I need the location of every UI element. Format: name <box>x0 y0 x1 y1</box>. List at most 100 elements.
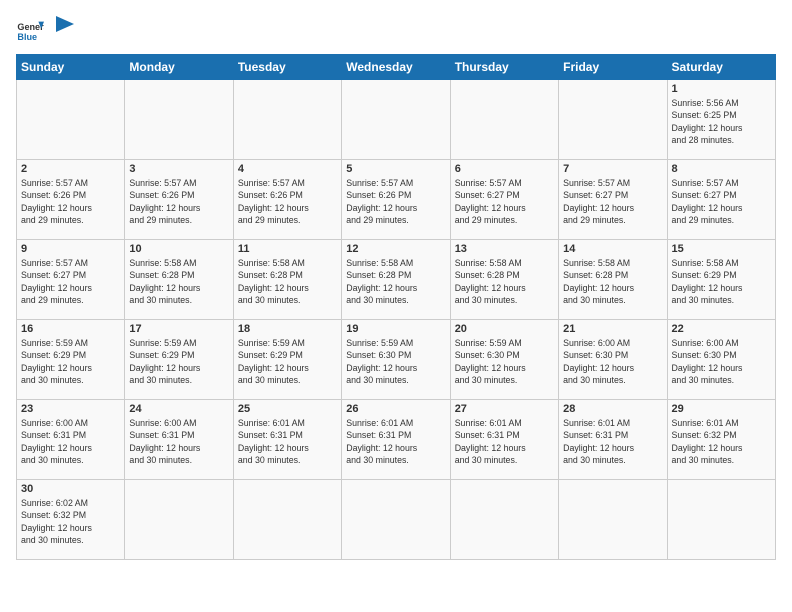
calendar-week-row: 16 Sunrise: 5:59 AM Sunset: 6:29 PM Dayli… <box>17 320 776 400</box>
calendar-day-cell: 18Sunrise: 5:59 AM Sunset: 6:29 PM Dayli… <box>233 320 341 400</box>
day-number: 29 <box>672 403 771 415</box>
day-info: Sunrise: 5:58 AM Sunset: 6:28 PM Dayligh… <box>238 257 337 306</box>
day-number: 23 <box>21 403 120 415</box>
calendar-week-row: 30 Sunrise: 6:02 AM Sunset: 6:32 PM Dayli… <box>17 480 776 560</box>
calendar-day-cell: 8Sunrise: 5:57 AM Sunset: 6:27 PM Daylig… <box>667 160 775 240</box>
header: General Blue <box>16 16 776 44</box>
day-info: Sunrise: 6:01 AM Sunset: 6:31 PM Dayligh… <box>346 417 445 466</box>
calendar-day-cell: 14Sunrise: 5:58 AM Sunset: 6:28 PM Dayli… <box>559 240 667 320</box>
day-of-week-header: Wednesday <box>342 55 450 80</box>
day-number: 16 <box>21 323 120 335</box>
calendar-day-cell: 3 Sunrise: 5:57 AM Sunset: 6:26 PM Daylig… <box>125 160 233 240</box>
calendar-day-cell: 12Sunrise: 5:58 AM Sunset: 6:28 PM Dayli… <box>342 240 450 320</box>
svg-text:Blue: Blue <box>17 32 37 42</box>
calendar-day-cell: 25 Sunrise: 6:01 AM Sunset: 6:31 PM Dayli… <box>233 400 341 480</box>
day-info: Sunrise: 5:57 AM Sunset: 6:27 PM Dayligh… <box>672 177 771 226</box>
calendar-day-cell <box>125 80 233 160</box>
day-info: Sunrise: 6:01 AM Sunset: 6:31 PM Dayligh… <box>238 417 337 466</box>
days-of-week-row: SundayMondayTuesdayWednesdayThursdayFrid… <box>17 55 776 80</box>
day-number: 22 <box>672 323 771 335</box>
day-number: 30 <box>21 483 120 495</box>
day-info: Sunrise: 5:57 AM Sunset: 6:27 PM Dayligh… <box>563 177 662 226</box>
day-info: Sunrise: 5:57 AM Sunset: 6:27 PM Dayligh… <box>21 257 120 306</box>
day-number: 26 <box>346 403 445 415</box>
calendar-day-cell: 9 Sunrise: 5:57 AM Sunset: 6:27 PM Daylig… <box>17 240 125 320</box>
calendar-day-cell <box>342 480 450 560</box>
day-number: 21 <box>563 323 662 335</box>
calendar-day-cell: 24Sunrise: 6:00 AM Sunset: 6:31 PM Dayli… <box>125 400 233 480</box>
calendar-day-cell <box>233 80 341 160</box>
calendar-day-cell: 21 Sunrise: 6:00 AM Sunset: 6:30 PM Dayli… <box>559 320 667 400</box>
calendar-day-cell: 1 Sunrise: 5:56 AM Sunset: 6:25 PM Daylig… <box>667 80 775 160</box>
day-info: Sunrise: 5:59 AM Sunset: 6:30 PM Dayligh… <box>346 337 445 386</box>
logo-flag-icon <box>54 14 76 42</box>
day-info: Sunrise: 6:02 AM Sunset: 6:32 PM Dayligh… <box>21 497 120 546</box>
day-info: Sunrise: 5:58 AM Sunset: 6:28 PM Dayligh… <box>455 257 554 306</box>
day-info: Sunrise: 6:01 AM Sunset: 6:32 PM Dayligh… <box>672 417 771 466</box>
calendar-week-row: 1 Sunrise: 5:56 AM Sunset: 6:25 PM Daylig… <box>17 80 776 160</box>
calendar-day-cell: 26 Sunrise: 6:01 AM Sunset: 6:31 PM Dayli… <box>342 400 450 480</box>
day-of-week-header: Saturday <box>667 55 775 80</box>
day-of-week-header: Monday <box>125 55 233 80</box>
calendar-day-cell <box>233 480 341 560</box>
calendar-day-cell: 5 Sunrise: 5:57 AM Sunset: 6:26 PM Daylig… <box>342 160 450 240</box>
day-number: 11 <box>238 243 337 255</box>
day-number: 14 <box>563 243 662 255</box>
calendar-day-cell: 4 Sunrise: 5:57 AM Sunset: 6:26 PM Daylig… <box>233 160 341 240</box>
day-info: Sunrise: 6:00 AM Sunset: 6:31 PM Dayligh… <box>129 417 228 466</box>
day-info: Sunrise: 5:57 AM Sunset: 6:26 PM Dayligh… <box>21 177 120 226</box>
day-of-week-header: Friday <box>559 55 667 80</box>
day-info: Sunrise: 6:01 AM Sunset: 6:31 PM Dayligh… <box>563 417 662 466</box>
calendar-body: 1 Sunrise: 5:56 AM Sunset: 6:25 PM Daylig… <box>17 80 776 560</box>
calendar-day-cell <box>667 480 775 560</box>
day-info: Sunrise: 5:57 AM Sunset: 6:26 PM Dayligh… <box>238 177 337 226</box>
calendar-header: SundayMondayTuesdayWednesdayThursdayFrid… <box>17 55 776 80</box>
calendar-day-cell <box>450 480 558 560</box>
day-info: Sunrise: 5:57 AM Sunset: 6:26 PM Dayligh… <box>129 177 228 226</box>
calendar-week-row: 2Sunrise: 5:57 AM Sunset: 6:26 PM Daylig… <box>17 160 776 240</box>
calendar-day-cell: 10Sunrise: 5:58 AM Sunset: 6:28 PM Dayli… <box>125 240 233 320</box>
day-number: 25 <box>238 403 337 415</box>
day-info: Sunrise: 5:57 AM Sunset: 6:27 PM Dayligh… <box>455 177 554 226</box>
calendar-day-cell <box>559 80 667 160</box>
day-info: Sunrise: 5:57 AM Sunset: 6:26 PM Dayligh… <box>346 177 445 226</box>
day-number: 9 <box>21 243 120 255</box>
day-of-week-header: Tuesday <box>233 55 341 80</box>
day-number: 7 <box>563 163 662 175</box>
calendar-day-cell: 28Sunrise: 6:01 AM Sunset: 6:31 PM Dayli… <box>559 400 667 480</box>
day-number: 5 <box>346 163 445 175</box>
day-number: 4 <box>238 163 337 175</box>
day-info: Sunrise: 5:59 AM Sunset: 6:29 PM Dayligh… <box>21 337 120 386</box>
day-info: Sunrise: 5:58 AM Sunset: 6:28 PM Dayligh… <box>129 257 228 306</box>
calendar-week-row: 23 Sunrise: 6:00 AM Sunset: 6:31 PM Dayli… <box>17 400 776 480</box>
calendar-week-row: 9 Sunrise: 5:57 AM Sunset: 6:27 PM Daylig… <box>17 240 776 320</box>
day-number: 17 <box>129 323 228 335</box>
calendar-day-cell: 13Sunrise: 5:58 AM Sunset: 6:28 PM Dayli… <box>450 240 558 320</box>
day-info: Sunrise: 6:00 AM Sunset: 6:30 PM Dayligh… <box>672 337 771 386</box>
calendar-day-cell: 17Sunrise: 5:59 AM Sunset: 6:29 PM Dayli… <box>125 320 233 400</box>
day-number: 1 <box>672 83 771 95</box>
logo-icon: General Blue <box>16 16 44 44</box>
day-of-week-header: Sunday <box>17 55 125 80</box>
calendar-day-cell <box>559 480 667 560</box>
day-info: Sunrise: 5:58 AM Sunset: 6:28 PM Dayligh… <box>346 257 445 306</box>
calendar-day-cell: 15Sunrise: 5:58 AM Sunset: 6:29 PM Dayli… <box>667 240 775 320</box>
calendar-day-cell: 6Sunrise: 5:57 AM Sunset: 6:27 PM Daylig… <box>450 160 558 240</box>
day-info: Sunrise: 6:00 AM Sunset: 6:31 PM Dayligh… <box>21 417 120 466</box>
day-of-week-header: Thursday <box>450 55 558 80</box>
day-number: 3 <box>129 163 228 175</box>
day-number: 27 <box>455 403 554 415</box>
calendar-day-cell: 30 Sunrise: 6:02 AM Sunset: 6:32 PM Dayli… <box>17 480 125 560</box>
calendar-day-cell: 16 Sunrise: 5:59 AM Sunset: 6:29 PM Dayli… <box>17 320 125 400</box>
day-info: Sunrise: 6:01 AM Sunset: 6:31 PM Dayligh… <box>455 417 554 466</box>
calendar-day-cell: 22 Sunrise: 6:00 AM Sunset: 6:30 PM Dayli… <box>667 320 775 400</box>
calendar-day-cell: 20Sunrise: 5:59 AM Sunset: 6:30 PM Dayli… <box>450 320 558 400</box>
calendar-day-cell: 11 Sunrise: 5:58 AM Sunset: 6:28 PM Dayli… <box>233 240 341 320</box>
day-info: Sunrise: 5:56 AM Sunset: 6:25 PM Dayligh… <box>672 97 771 146</box>
day-number: 19 <box>346 323 445 335</box>
day-info: Sunrise: 5:59 AM Sunset: 6:29 PM Dayligh… <box>238 337 337 386</box>
day-info: Sunrise: 5:58 AM Sunset: 6:29 PM Dayligh… <box>672 257 771 306</box>
day-number: 20 <box>455 323 554 335</box>
day-info: Sunrise: 6:00 AM Sunset: 6:30 PM Dayligh… <box>563 337 662 386</box>
calendar-day-cell: 27 Sunrise: 6:01 AM Sunset: 6:31 PM Dayli… <box>450 400 558 480</box>
